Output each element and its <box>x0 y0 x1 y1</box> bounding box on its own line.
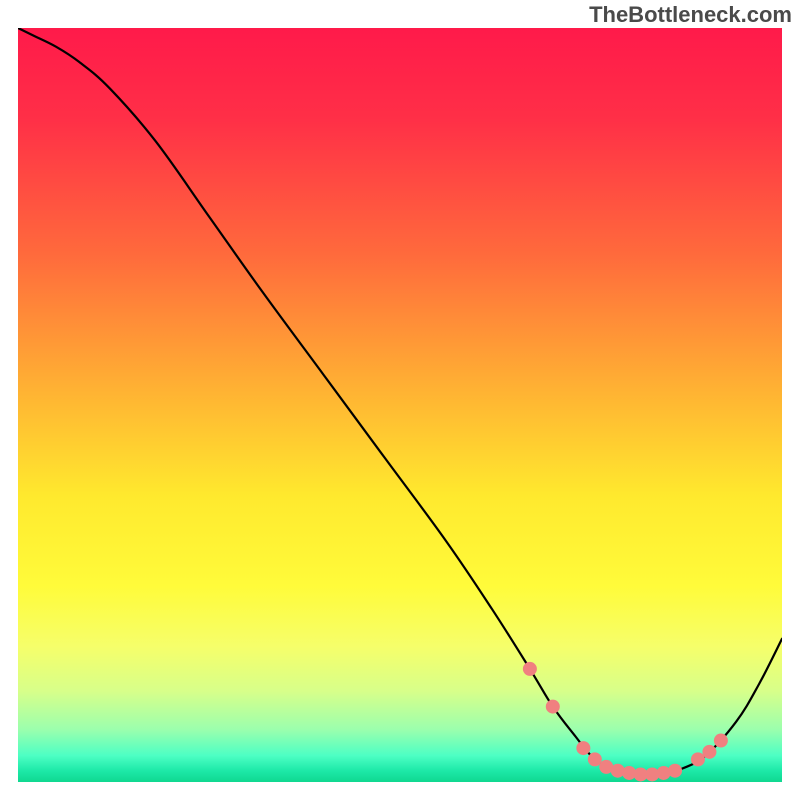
data-dot <box>588 752 602 766</box>
data-dot <box>523 662 537 676</box>
chart-svg <box>18 28 782 782</box>
data-dot <box>546 700 560 714</box>
watermark-text: TheBottleneck.com <box>589 2 792 28</box>
gradient-background <box>18 28 782 782</box>
data-dot <box>714 734 728 748</box>
data-dot <box>691 752 705 766</box>
data-dot <box>702 745 716 759</box>
chart-container: TheBottleneck.com <box>0 0 800 800</box>
data-dot <box>576 741 590 755</box>
plot-area <box>18 28 782 782</box>
data-dot <box>668 764 682 778</box>
